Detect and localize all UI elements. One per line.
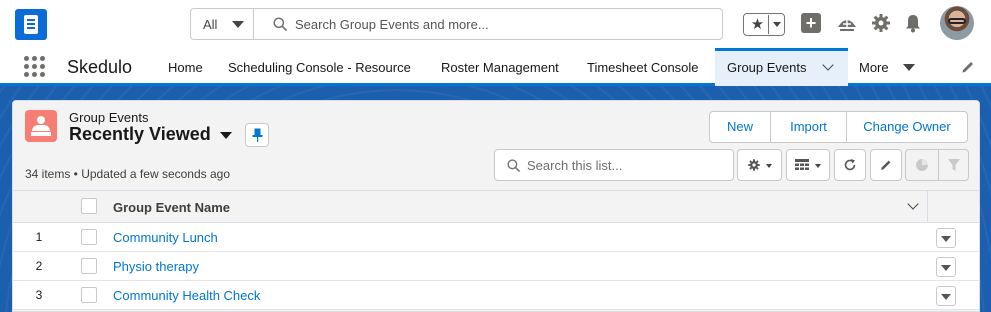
caret-down-icon <box>941 265 951 271</box>
list-view-picker-caret-icon[interactable] <box>220 132 232 139</box>
nav-more[interactable]: More <box>859 48 889 86</box>
search-icon <box>507 159 520 172</box>
select-all-checkbox[interactable] <box>81 198 97 214</box>
group-event-link[interactable]: Community Health Check <box>113 288 260 303</box>
caret-down-icon <box>815 164 821 168</box>
caret-down-icon <box>941 236 951 242</box>
refresh-icon <box>844 159 856 171</box>
more-caret-icon[interactable] <box>903 64 915 71</box>
edit-list-button[interactable] <box>870 149 902 181</box>
chart-icon <box>916 159 928 171</box>
column-sort-chevron-icon[interactable] <box>907 198 919 210</box>
chart-filter-group <box>905 149 969 181</box>
caret-down-icon <box>232 21 244 28</box>
caret-down-icon <box>766 164 772 168</box>
column-header-group-event-name[interactable]: Group Event Name <box>113 200 230 215</box>
search-scope-label: All <box>203 17 218 32</box>
pin-icon <box>252 128 263 142</box>
new-button[interactable]: New <box>710 112 770 142</box>
avatar[interactable] <box>940 6 974 40</box>
app-name: Skedulo <box>67 57 133 77</box>
column-divider <box>927 191 928 224</box>
group-event-link[interactable]: Physio therapy <box>113 259 199 274</box>
trailhead-icon[interactable] <box>836 12 858 34</box>
list-view-name[interactable]: Recently Viewed <box>69 124 211 145</box>
row-checkbox[interactable] <box>81 287 97 303</box>
table-row: 2 Physio therapy <box>13 252 979 281</box>
row-checkbox[interactable] <box>81 229 97 245</box>
filter-icon <box>948 159 960 171</box>
row-number: 2 <box>35 259 43 273</box>
group-event-object-icon <box>25 110 57 142</box>
search-icon <box>273 17 287 31</box>
nav-item-home[interactable]: Home <box>168 48 203 86</box>
bell-icon[interactable] <box>902 12 924 34</box>
import-button[interactable]: Import <box>770 112 846 142</box>
star-icon[interactable]: ★ <box>747 15 769 34</box>
row-action-menu[interactable] <box>936 286 956 306</box>
gear-icon[interactable] <box>870 12 892 34</box>
list-meta: 34 items • Updated a few seconds ago <box>25 167 230 181</box>
row-number: 1 <box>35 230 43 244</box>
list-actions: New Import Change Owner <box>709 111 968 143</box>
global-search-input[interactable] <box>295 14 715 34</box>
search-scope-dropdown[interactable]: All <box>191 9 254 39</box>
row-checkbox[interactable] <box>81 258 97 274</box>
global-search: All <box>190 8 723 40</box>
list-view-card: Group Events Recently Viewed 34 items • … <box>12 100 980 312</box>
list-settings-button[interactable] <box>737 149 782 181</box>
row-action-menu[interactable] <box>936 228 956 248</box>
pencil-icon <box>881 160 891 170</box>
nav-item-roster-management[interactable]: Roster Management <box>441 48 559 86</box>
nav-bar: Skedulo Home Scheduling Console - Resour… <box>0 48 991 86</box>
favorites-caret-icon[interactable] <box>773 22 781 27</box>
list-search-input[interactable] <box>527 156 727 174</box>
favorites-button[interactable]: ★ <box>743 13 785 36</box>
refresh-button[interactable] <box>834 149 866 181</box>
nav-item-group-events-label: Group Events <box>727 60 807 75</box>
gear-icon <box>748 159 760 171</box>
chevron-down-icon[interactable] <box>822 59 834 71</box>
nav-item-scheduling-console[interactable]: Scheduling Console - Resource <box>228 48 411 86</box>
nav-item-timesheet-console[interactable]: Timesheet Console <box>587 48 699 86</box>
object-label: Group Events <box>69 110 149 125</box>
caret-down-icon <box>941 294 951 300</box>
change-owner-button[interactable]: Change Owner <box>846 112 967 142</box>
table-row: 1 Community Lunch <box>13 223 979 252</box>
pin-list-button[interactable] <box>245 123 269 147</box>
display-as-button[interactable] <box>786 149 830 181</box>
nav-item-group-events[interactable]: Group Events <box>715 48 848 86</box>
table-header: Group Event Name <box>13 190 979 224</box>
row-action-menu[interactable] <box>936 257 956 277</box>
global-actions-plus-icon[interactable]: + <box>801 13 821 33</box>
group-event-link[interactable]: Community Lunch <box>113 230 218 245</box>
divider <box>938 150 939 180</box>
edit-nav-pencil-icon[interactable] <box>960 59 976 75</box>
table-icon <box>795 159 809 170</box>
app-logo-icon[interactable] <box>15 9 47 40</box>
table-row: 3 Community Health Check <box>13 281 979 310</box>
app-launcher-icon[interactable] <box>24 56 46 78</box>
global-header: All ★ + <box>0 0 991 48</box>
list-search <box>494 149 734 181</box>
row-number: 3 <box>35 288 43 302</box>
